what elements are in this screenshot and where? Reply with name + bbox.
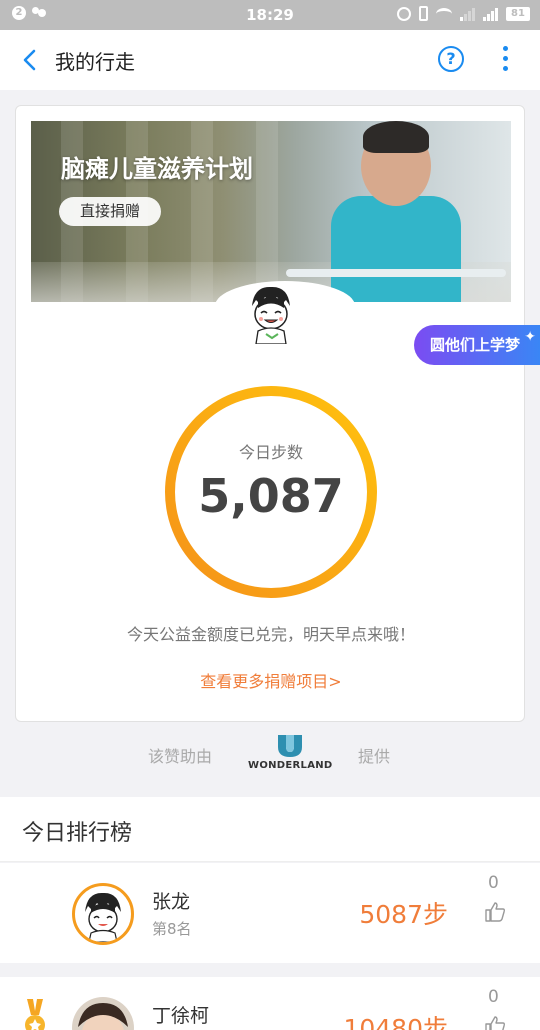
- donate-button[interactable]: 直接捐赠: [59, 197, 161, 226]
- thumbs-up-icon[interactable]: [484, 901, 506, 923]
- promo-ribbon[interactable]: 圆他们上学梦: [414, 317, 540, 365]
- sponsor-line: 该赞助由 WONDERLAND 提供: [0, 735, 540, 775]
- banner-title: 脑瘫儿童滋养计划: [61, 155, 253, 183]
- more-icon[interactable]: [495, 46, 515, 74]
- user-avatar: [252, 286, 290, 344]
- status-bar: 2 18:29 81: [0, 0, 540, 30]
- sponsor-prefix: 该赞助由: [148, 747, 213, 766]
- banner-photo-child: [331, 196, 461, 302]
- leaderboard-row[interactable]: 张龙 第8名 5087步 0: [0, 863, 540, 963]
- leaderboard-title: 今日排行榜: [22, 821, 133, 846]
- thumbs-up-icon[interactable]: [484, 1015, 506, 1030]
- row-like-count: 0: [488, 987, 499, 1007]
- charity-banner[interactable]: 脑瘫儿童滋养计划 直接捐赠: [31, 121, 511, 302]
- sponsor-suffix: 提供: [358, 747, 391, 766]
- sponsor-logo-text: WONDERLAND: [248, 760, 333, 771]
- steps-label: 今日步数: [238, 443, 303, 462]
- alarm-icon: [397, 6, 411, 21]
- page-title: 我的行走: [55, 50, 135, 74]
- wifi-icon: [436, 7, 452, 20]
- steps-card: 脑瘫儿童滋养计划 直接捐赠 今日步数 5,087 今天公益金额度已兑完，明天早点…: [15, 105, 525, 722]
- row-steps: 5087步: [359, 900, 448, 929]
- wonderland-logo-icon: [278, 735, 302, 757]
- quota-notice: 今天公益金额度已兑完，明天早点来哦！: [126, 625, 415, 644]
- steps-value: 5,087: [198, 469, 344, 523]
- nav-bar: 我的行走 ?: [0, 30, 540, 90]
- row-like-count: 0: [488, 873, 499, 893]
- row-name: 张龙: [152, 891, 191, 913]
- signal-icon-2: [483, 7, 498, 21]
- row-rank: 第8名: [152, 920, 192, 938]
- gold-medal-icon: [25, 999, 45, 1030]
- row-steps: 10480步: [343, 1014, 448, 1030]
- status-right: 81: [397, 6, 530, 21]
- row-name: 丁徐柯: [152, 1005, 210, 1027]
- leaderboard-row[interactable]: 丁徐柯 10480步 0: [0, 977, 540, 1030]
- signal-icon: [460, 7, 475, 21]
- leaderboard-header: 今日排行榜: [0, 797, 540, 862]
- back-arrow-icon[interactable]: [18, 48, 42, 72]
- help-icon[interactable]: ?: [438, 46, 464, 72]
- row-avatar[interactable]: [72, 883, 134, 945]
- row-avatar[interactable]: [72, 997, 134, 1030]
- more-projects-link[interactable]: 查看更多捐赠项目>: [16, 668, 526, 692]
- vibrate-icon: [419, 6, 428, 21]
- battery-icon: 81: [506, 6, 530, 21]
